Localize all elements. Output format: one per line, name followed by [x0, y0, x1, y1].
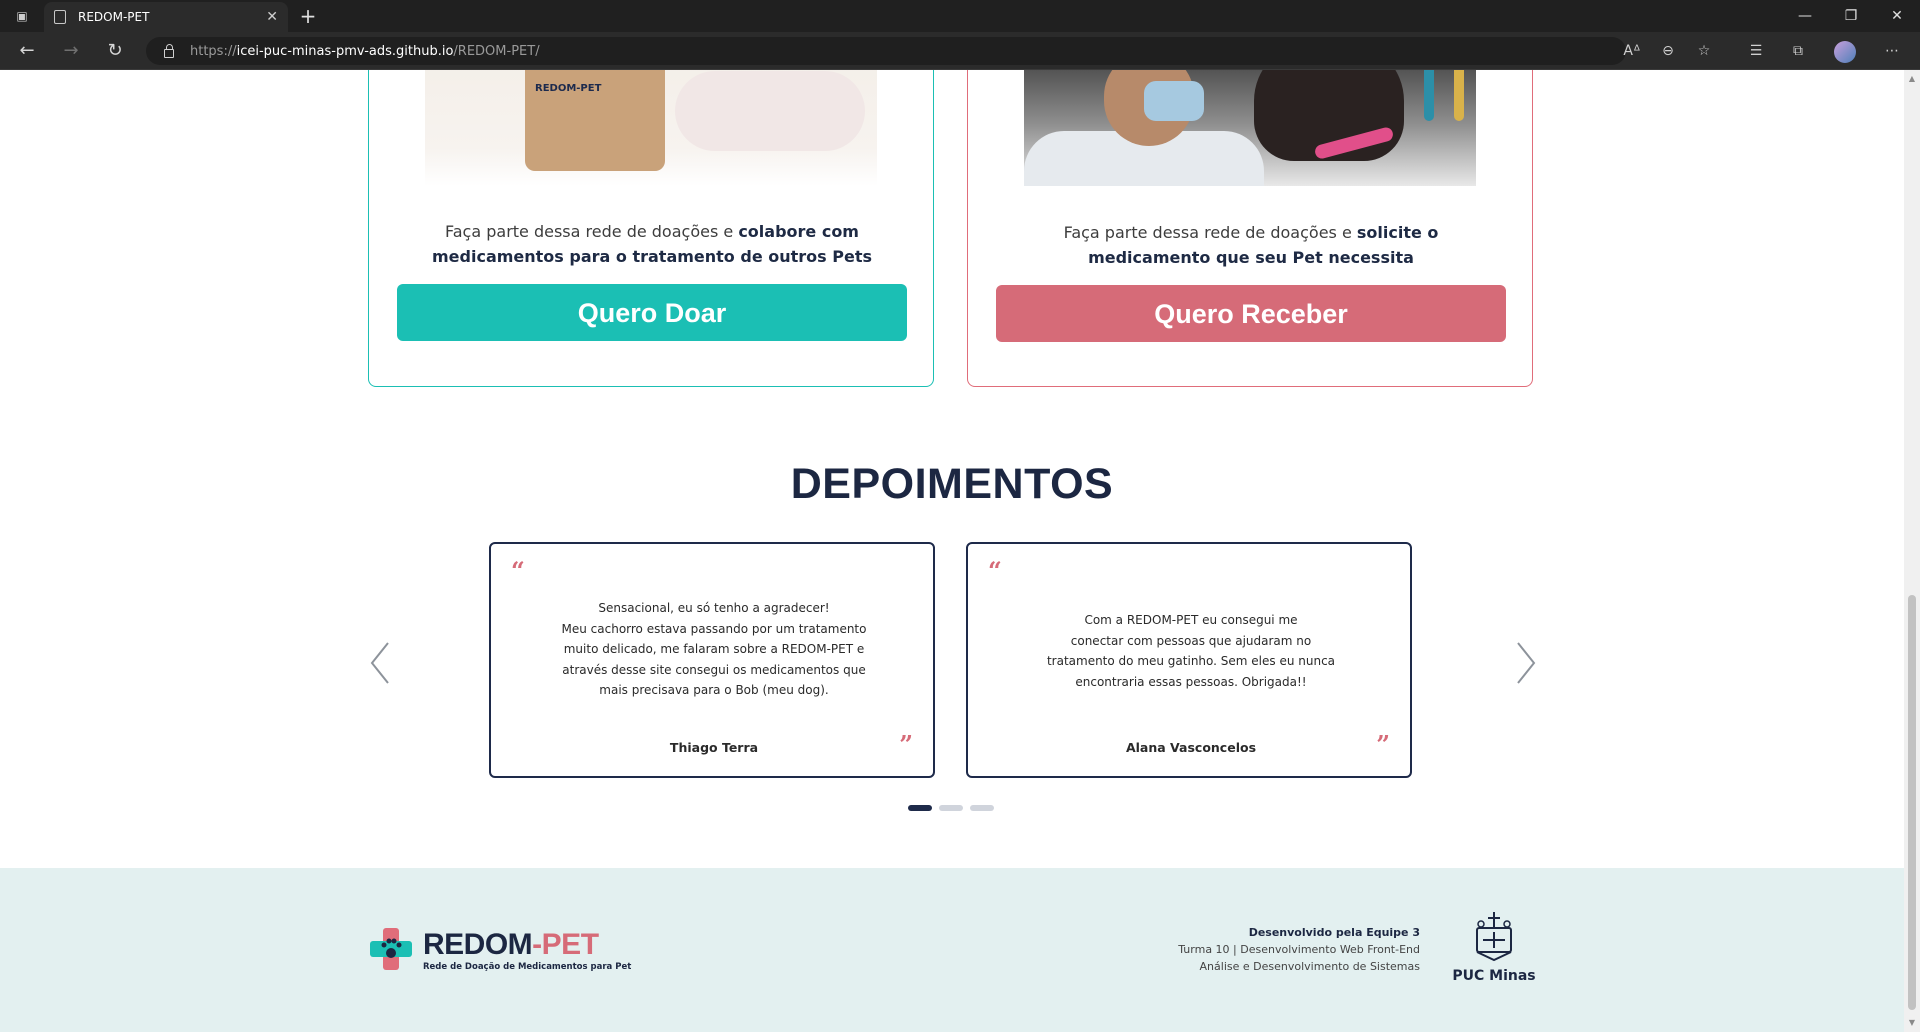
new-tab-button[interactable]: +	[296, 5, 320, 27]
donate-description: Faça parte dessa rede de doações e colab…	[399, 219, 905, 269]
puc-minas-logo[interactable]: PUC Minas	[1452, 910, 1536, 990]
browser-tab-bar: ▣ REDOM-PET ✕ + — ❐ ✕	[0, 0, 1920, 32]
puc-minas-label: PUC Minas	[1452, 968, 1536, 984]
puc-crest-icon	[1476, 912, 1512, 962]
redom-pet-logo[interactable]: REDOM-PET Rede de Doação de Medicamentos…	[368, 926, 631, 976]
receive-text: Faça parte dessa rede de doações e	[1063, 223, 1357, 242]
quero-doar-button[interactable]: Quero Doar	[397, 284, 907, 341]
quote-open-icon: “	[511, 556, 525, 585]
url-path: /REDOM-PET/	[453, 43, 540, 59]
quote-close-icon: ”	[1376, 730, 1390, 759]
quote-close-icon: ”	[899, 730, 913, 759]
donate-text-bold-1: colabore com	[738, 222, 859, 241]
read-aloud-icon[interactable]: Aᐞ	[1620, 41, 1644, 61]
footer-credits: Desenvolvido pela Equipe 3 Turma 10 | De…	[1060, 924, 1420, 975]
close-window-button[interactable]: ✕	[1874, 0, 1920, 32]
testimonial-card: “ Com a REDOM-PET eu consegui me conecta…	[966, 542, 1412, 778]
donate-text-bold-2: medicamentos para o tratamento de outros…	[432, 247, 872, 266]
carousel-next-icon[interactable]	[1504, 635, 1544, 691]
back-button[interactable]: ←	[12, 40, 42, 62]
refresh-button[interactable]: ↻	[100, 40, 130, 62]
course-line: Turma 10 | Desenvolvimento Web Front-End	[1178, 943, 1420, 956]
browser-tab[interactable]: REDOM-PET ✕	[44, 2, 288, 32]
testimonial-author: Thiago Terra	[669, 740, 759, 755]
scroll-up-icon[interactable]: ▲	[1907, 74, 1917, 83]
developed-by: Desenvolvido pela Equipe 3	[1248, 926, 1420, 939]
page-icon	[54, 10, 66, 24]
receive-text-bold-2: medicamento que seu Pet necessita	[1088, 248, 1414, 267]
carousel-prev-icon[interactable]	[362, 635, 402, 691]
brand-tagline: Rede de Doação de Medicamentos para Pet	[423, 962, 632, 972]
testimonial-author: Alana Vasconcelos	[1125, 740, 1257, 755]
testimonials-title: DEPOIMENTOS	[790, 460, 1114, 508]
profile-avatar[interactable]	[1834, 41, 1856, 63]
add-favorite-icon[interactable]: ☆	[1692, 41, 1716, 61]
minimize-button[interactable]: —	[1782, 0, 1828, 32]
testimonial-text: Sensacional, eu só tenho a agradecer! Me…	[561, 601, 867, 697]
testimonial-text: Com a REDOM-PET eu consegui me conectar …	[1046, 613, 1336, 689]
lock-icon[interactable]	[164, 43, 174, 58]
quero-receber-button[interactable]: Quero Receber	[996, 285, 1506, 342]
url-scheme: https://	[190, 43, 237, 59]
scrollbar-thumb[interactable]	[1908, 595, 1916, 1010]
carousel-dot-3[interactable]	[970, 805, 994, 811]
more-menu-icon[interactable]: ⋯	[1880, 41, 1904, 61]
hand-image	[675, 71, 865, 151]
bag-logo: REDOM-PET	[535, 83, 602, 94]
address-bar: ← → ↻ https://icei-puc-minas-pmv-ads.git…	[0, 32, 1920, 70]
receive-description: Faça parte dessa rede de doações e solic…	[998, 220, 1504, 270]
close-tab-icon[interactable]: ✕	[266, 9, 278, 25]
tab-title: REDOM-PET	[78, 10, 150, 24]
donate-card: REDOM-PET Faça parte dessa rede de doaçõ…	[368, 70, 934, 387]
receive-card: Faça parte dessa rede de doações e solic…	[967, 70, 1533, 387]
url-host: icei-puc-minas-pmv-ads.github.io	[236, 43, 454, 59]
forward-button[interactable]: →	[56, 40, 86, 62]
footer: REDOM-PET Rede de Doação de Medicamentos…	[0, 868, 1904, 1032]
page-viewport: REDOM-PET Faça parte dessa rede de doaçõ…	[0, 70, 1904, 1032]
scroll-down-icon[interactable]: ▼	[1907, 1018, 1917, 1027]
mask-image	[1144, 81, 1204, 121]
brand-name: REDOM-PET	[423, 928, 599, 961]
collections-icon[interactable]: ⧉	[1786, 41, 1810, 61]
url-field[interactable]: https://icei-puc-minas-pmv-ads.github.io…	[146, 37, 1626, 65]
carousel-dot-1[interactable]	[908, 805, 932, 811]
donate-text: Faça parte dessa rede de doações e	[445, 222, 739, 241]
tab-actions-icon[interactable]: ▣	[8, 6, 36, 26]
paw-cross-icon	[370, 928, 412, 970]
carousel-dot-2[interactable]	[939, 805, 963, 811]
program-line: Análise e Desenvolvimento de Sistemas	[1199, 960, 1420, 973]
receive-photo	[1024, 70, 1476, 186]
favorites-icon[interactable]: ☰	[1744, 41, 1768, 61]
zoom-icon[interactable]: ⊖	[1656, 41, 1680, 61]
restore-button[interactable]: ❐	[1828, 0, 1874, 32]
receive-text-bold-1: solicite o	[1356, 223, 1439, 242]
page-scrollbar[interactable]: ▲ ▼	[1904, 70, 1920, 1032]
testimonial-card: “ Sensacional, eu só tenho a agradecer! …	[489, 542, 935, 778]
donate-photo: REDOM-PET	[425, 70, 877, 186]
quote-open-icon: “	[988, 556, 1002, 585]
